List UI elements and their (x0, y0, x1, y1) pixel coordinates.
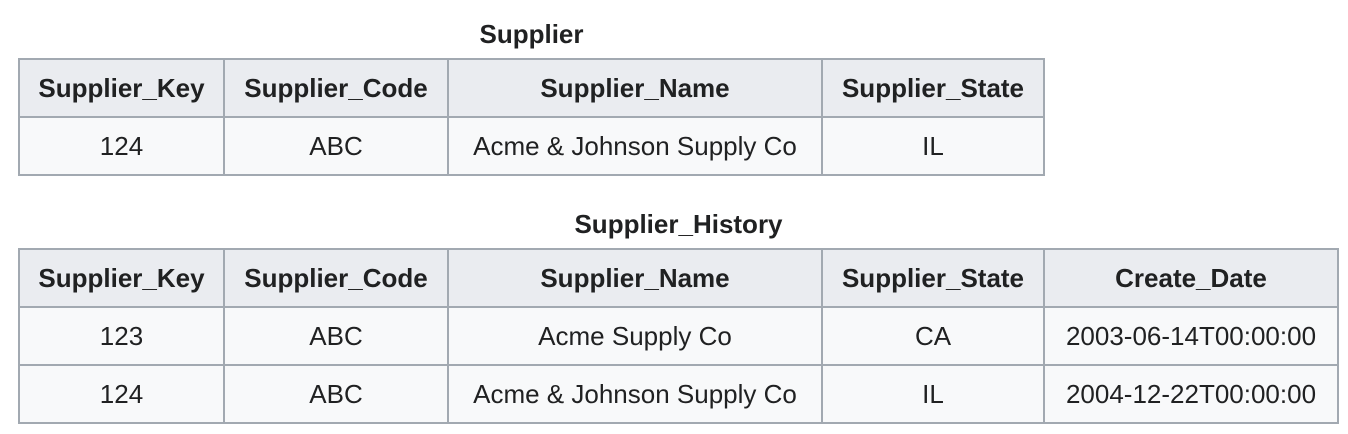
cell-supplier-key: 123 (18, 306, 225, 366)
cell-supplier-code: ABC (223, 306, 449, 366)
table-caption: Supplier_History (574, 209, 783, 239)
cell-supplier-name: Acme & Johnson Supply Co (447, 364, 823, 424)
cell-supplier-name: Acme Supply Co (447, 306, 823, 366)
table-row: 124 ABC Acme & Johnson Supply Co IL 2004… (18, 364, 1339, 424)
column-header-supplier-key: Supplier_Key (18, 58, 225, 118)
header-row: Supplier_Key Supplier_Code Supplier_Name… (18, 248, 1339, 308)
supplier-table: Supplier Supplier_Key Supplier_Code Supp… (18, 16, 1045, 176)
column-header-supplier-name: Supplier_Name (447, 58, 823, 118)
table-row: 123 ABC Acme Supply Co CA 2003-06-14T00:… (18, 306, 1339, 366)
cell-supplier-key: 124 (18, 116, 225, 176)
column-header-create-date: Create_Date (1043, 248, 1339, 308)
cell-supplier-state: IL (821, 364, 1045, 424)
column-header-supplier-code: Supplier_Code (223, 58, 449, 118)
supplier-table-wrapper: Supplier Supplier_Key Supplier_Code Supp… (18, 16, 1045, 176)
column-header-supplier-code: Supplier_Code (223, 248, 449, 308)
cell-supplier-state: CA (821, 306, 1045, 366)
column-header-supplier-state: Supplier_State (821, 248, 1045, 308)
column-header-supplier-key: Supplier_Key (18, 248, 225, 308)
cell-supplier-name: Acme & Johnson Supply Co (447, 116, 823, 176)
table-row: 124 ABC Acme & Johnson Supply Co IL (18, 116, 1045, 176)
table-caption: Supplier (479, 19, 584, 49)
column-header-supplier-state: Supplier_State (821, 58, 1045, 118)
cell-supplier-code: ABC (223, 116, 449, 176)
column-header-supplier-name: Supplier_Name (447, 248, 823, 308)
supplier-history-table: Supplier_History Supplier_Key Supplier_C… (18, 206, 1339, 424)
cell-supplier-code: ABC (223, 364, 449, 424)
cell-create-date: 2004-12-22T00:00:00 (1043, 364, 1339, 424)
cell-create-date: 2003-06-14T00:00:00 (1043, 306, 1339, 366)
header-row: Supplier_Key Supplier_Code Supplier_Name… (18, 58, 1045, 118)
supplier-history-table-wrapper: Supplier_History Supplier_Key Supplier_C… (18, 206, 1339, 424)
cell-supplier-key: 124 (18, 364, 225, 424)
cell-supplier-state: IL (821, 116, 1045, 176)
